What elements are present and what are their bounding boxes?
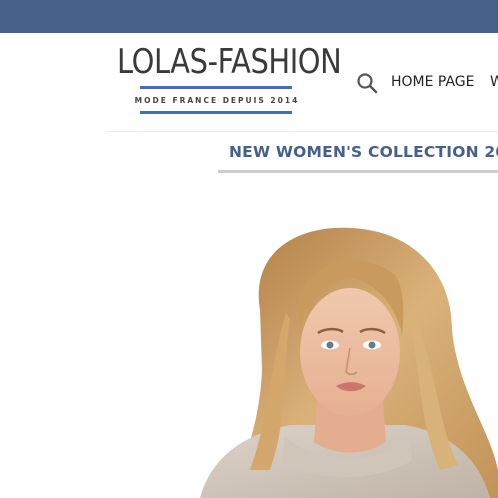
logo-title: LOLAS-FASHION: [117, 42, 342, 82]
collection-title-underline: [218, 170, 498, 173]
brand-logo[interactable]: LOLAS-FASHION MODE FRANCE DEPUIS 2014: [112, 40, 342, 118]
logo-rule-bottom: [140, 111, 292, 114]
collection-title: NEW WOMEN'S COLLECTION 20: [229, 143, 498, 161]
top-bar: [0, 0, 498, 33]
nav-item-truncated[interactable]: W: [490, 74, 498, 90]
logo-rule-top: [140, 86, 292, 89]
logo-tagline: MODE FRANCE DEPUIS 2014: [134, 96, 300, 105]
hero-image: [200, 227, 498, 498]
search-icon[interactable]: [356, 72, 378, 94]
header-divider: [106, 131, 498, 132]
nav-home-page[interactable]: HOME PAGE: [391, 74, 475, 90]
